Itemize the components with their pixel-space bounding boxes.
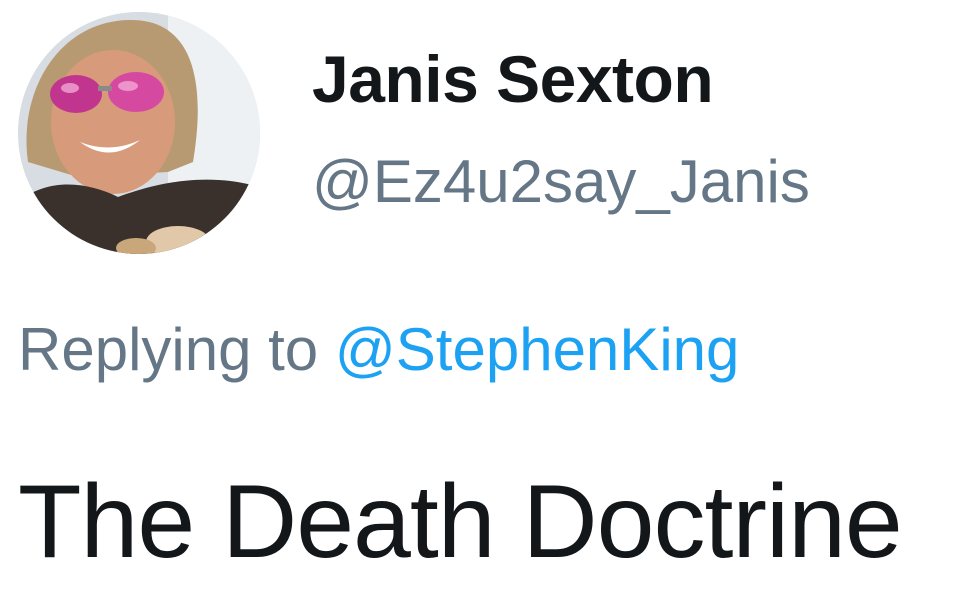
replying-to-line: Replying to @StephenKing bbox=[18, 320, 739, 380]
avatar[interactable] bbox=[18, 12, 260, 254]
author-handle[interactable]: @Ez4u2say_Janis bbox=[312, 152, 810, 212]
avatar-photo-icon bbox=[18, 12, 260, 254]
author-display-name[interactable]: Janis Sexton bbox=[312, 46, 714, 112]
replying-to-label: Replying to bbox=[18, 316, 335, 383]
reply-mention-link[interactable]: @StephenKing bbox=[335, 316, 740, 383]
tweet-card: Janis Sexton @Ez4u2say_Janis Replying to… bbox=[0, 0, 980, 610]
tweet-text: The Death Doctrine bbox=[18, 464, 903, 580]
